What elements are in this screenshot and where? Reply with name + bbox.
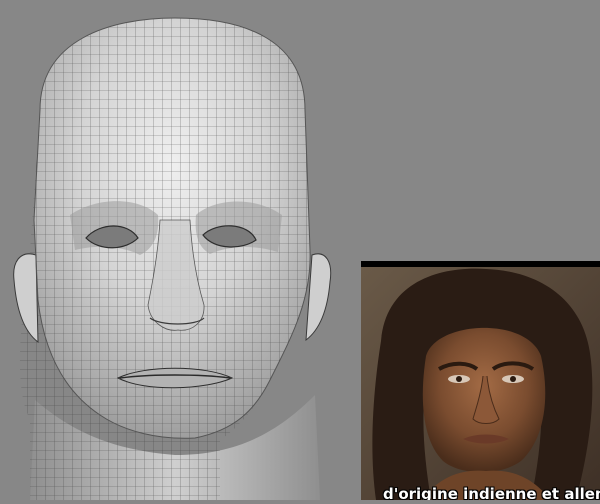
portrait-image bbox=[361, 261, 600, 500]
reference-photo: d'origine indienne et allem bbox=[361, 261, 600, 500]
subtitle-caption: d'origine indienne et allem bbox=[383, 485, 600, 500]
